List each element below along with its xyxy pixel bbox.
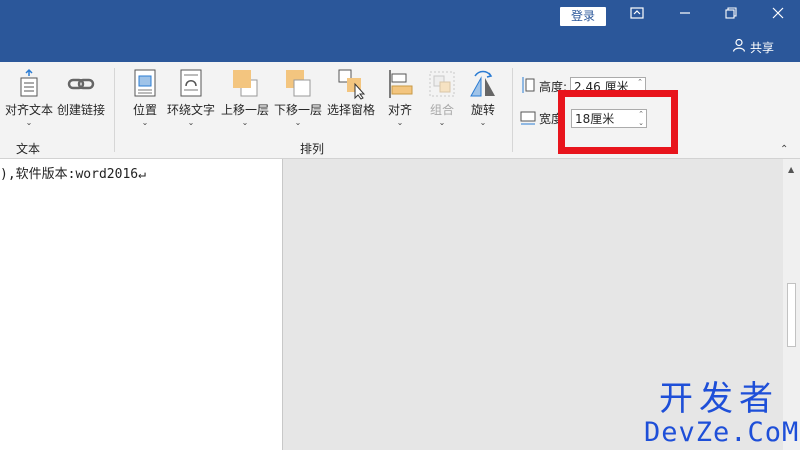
chevron-down-icon: ⌄ (396, 118, 404, 127)
ribbon: 对齐文本 ⌄ 创建链接 文本 位置 ⌄ 环绕文字 ⌄ 上移一层 ⌄ 下移一层 ⌄… (0, 62, 800, 159)
shape-width-icon (520, 108, 536, 129)
shape-height-icon (520, 76, 536, 97)
document-page[interactable]: ),软件版本:word2016↵ (0, 159, 283, 450)
align-icon (384, 68, 416, 100)
chevron-down-icon: ⌄ (25, 118, 33, 127)
rotate-icon (467, 68, 499, 100)
chevron-down-icon: ⌄ (187, 118, 195, 127)
chevron-down-icon: ⌄ (479, 118, 487, 127)
send-backward-label: 下移一层 (273, 103, 322, 117)
group-button[interactable]: 组合 ⌄ (424, 68, 460, 128)
create-link-button[interactable]: 创建链接 (56, 68, 106, 118)
create-link-label: 创建链接 (56, 103, 105, 117)
scroll-up-icon[interactable]: ▲ (788, 165, 794, 174)
chevron-down-icon: ⌄ (141, 118, 149, 127)
position-button[interactable]: 位置 ⌄ (127, 68, 163, 128)
bring-forward-label: 上移一层 (220, 103, 269, 117)
restore-icon[interactable] (716, 4, 746, 28)
chevron-down-icon: ⌄ (294, 118, 302, 127)
arrange-group-label: 排列 (300, 142, 325, 156)
selection-pane-label: 选择窗格 (326, 103, 375, 117)
rotate-label: 旋转 (470, 103, 495, 117)
person-icon (732, 38, 746, 58)
group-label: 组合 (429, 103, 454, 117)
bring-forward-button[interactable]: 上移一层 ⌄ (220, 68, 270, 128)
close-icon[interactable] (763, 4, 793, 28)
link-icon (65, 68, 97, 100)
watermark-line2: DevZe.CoM (644, 417, 800, 448)
scrollbar-thumb[interactable] (787, 283, 796, 347)
document-text: ),软件版本:word2016↵ (0, 167, 146, 182)
selection-pane-icon (335, 68, 367, 100)
align-text-button[interactable]: 对齐文本 ⌄ (4, 68, 54, 128)
position-icon (129, 68, 161, 100)
group-icon (426, 68, 458, 100)
align-text-icon (13, 68, 45, 100)
align-text-label: 对齐文本 (4, 103, 53, 117)
position-label: 位置 (132, 103, 157, 117)
send-backward-icon (282, 68, 314, 100)
send-backward-button[interactable]: 下移一层 ⌄ (273, 68, 323, 128)
title-bar: 登录 共享 (0, 0, 800, 62)
login-button[interactable]: 登录 (560, 7, 606, 26)
ribbon-display-options-icon[interactable] (622, 4, 652, 28)
highlight-box (558, 90, 678, 154)
chevron-down-icon: ⌄ (438, 118, 446, 127)
chevron-down-icon: ⌄ (241, 118, 249, 127)
watermark: 开发者 DevZe.CoM (644, 379, 800, 448)
align-button[interactable]: 对齐 ⌄ (382, 68, 418, 128)
wrap-text-icon (175, 68, 207, 100)
bring-forward-icon (229, 68, 261, 100)
text-group-label: 文本 (16, 142, 41, 156)
selection-pane-button[interactable]: 选择窗格 (326, 68, 376, 118)
wrap-text-label: 环绕文字 (166, 103, 215, 117)
group-divider (512, 68, 513, 152)
rotate-button[interactable]: 旋转 ⌄ (465, 68, 501, 128)
share-button[interactable]: 共享 (732, 38, 774, 58)
share-label: 共享 (750, 41, 775, 55)
minimize-icon[interactable] (670, 4, 700, 28)
wrap-text-button[interactable]: 环绕文字 ⌄ (166, 68, 216, 128)
collapse-ribbon-icon[interactable]: ⌃ (780, 144, 788, 155)
group-divider (114, 68, 115, 152)
watermark-line1: 开发者 (659, 379, 779, 419)
align-label: 对齐 (387, 103, 412, 117)
